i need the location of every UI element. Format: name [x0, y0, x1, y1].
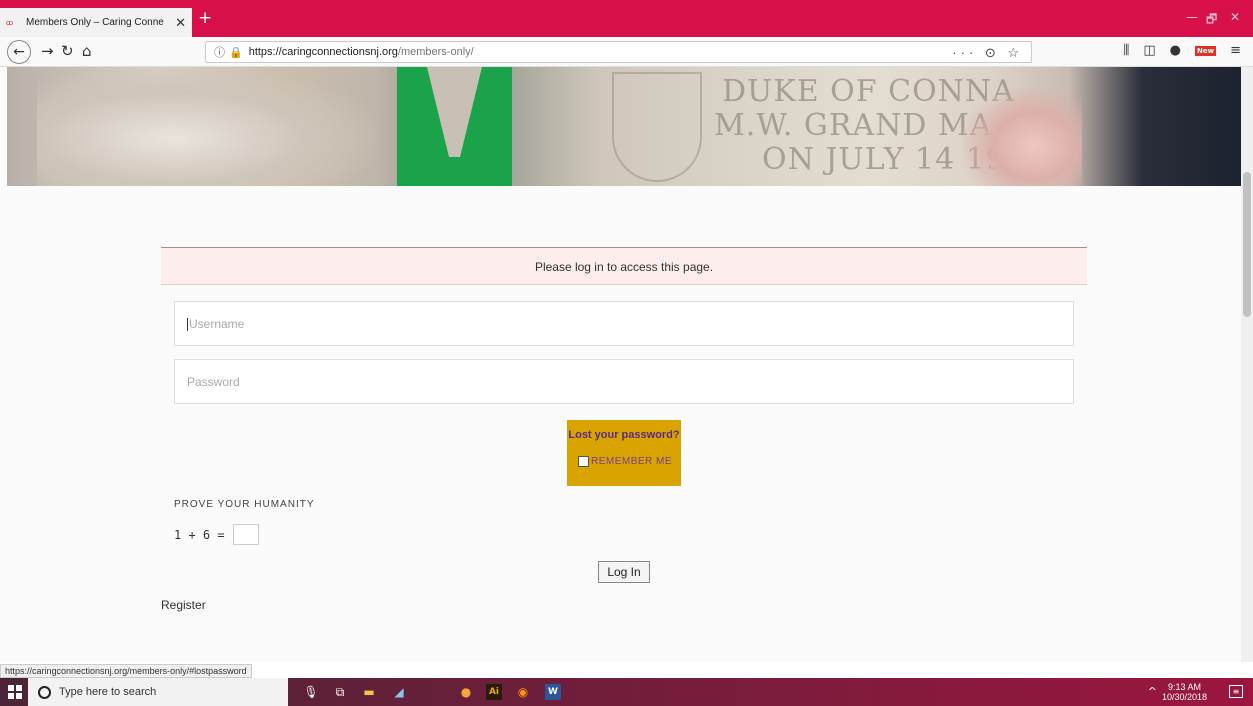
clock-date: 10/30/2018 [1161, 692, 1207, 702]
captcha-question: 1 + 6 = [174, 527, 225, 542]
remember-me-label: REMEMBER ME [591, 456, 673, 467]
captcha-answer-input[interactable] [232, 524, 259, 545]
log-in-button[interactable]: Log In [598, 561, 650, 583]
home-icon[interactable]: ⌂ [82, 42, 92, 60]
clock-time: 9:13 AM [1167, 682, 1201, 692]
close-window-button[interactable]: ✕ [1230, 10, 1240, 24]
browser-tab[interactable]: ꝏ Members Only – Caring Conne ✕ [0, 8, 192, 37]
file-explorer-icon[interactable]: ▬ [361, 684, 377, 700]
banner-crest [612, 72, 702, 182]
windows-taskbar: Type here to search 🎙 ⧉ ▬ ◢ ● Ai ◉ W ^ 9… [0, 678, 1253, 706]
tray-expand-icon[interactable]: ^ [1148, 685, 1157, 698]
info-icon[interactable]: ⓘ [214, 44, 225, 60]
menu-icon[interactable]: ≡ [1230, 43, 1241, 58]
word-icon[interactable]: W [545, 684, 561, 700]
page-actions-icons[interactable]: ··· ⊙ ☆ [952, 45, 1023, 61]
library-icon[interactable]: ⫼ [1123, 43, 1129, 58]
url-path: /members-only/ [397, 46, 474, 58]
username-placeholder: Username [189, 317, 245, 331]
task-view-icon[interactable]: ⧉ [332, 684, 348, 700]
lost-password-box: Lost your password? REMEMBER ME [567, 420, 681, 486]
cortana-icon[interactable] [38, 685, 51, 699]
banner-fur-coat [37, 67, 377, 186]
tab-title: Members Only – Caring Conne [26, 17, 164, 28]
scrollbar-thumb[interactable] [1243, 172, 1251, 317]
toolbar-icons: ⫼ ◫ ● New ≡ [1123, 43, 1241, 58]
password-field[interactable]: Password [174, 359, 1074, 404]
minimize-button[interactable]: — [1186, 10, 1198, 24]
back-arrow-icon[interactable]: ← [7, 40, 31, 64]
extension-icon[interactable]: ● [1170, 43, 1181, 58]
address-bar[interactable]: ⓘ 🔒 https://caringconnectionsnj.org/memb… [205, 41, 1032, 63]
browser-title-bar: ꝏ Members Only – Caring Conne ✕ + — 🗗 ✕ [0, 0, 1253, 37]
action-center-icon[interactable]: ≡ [1229, 685, 1243, 698]
banner-pink-sleeve [962, 87, 1082, 186]
windows-start-icon[interactable] [8, 685, 22, 699]
chrome-icon[interactable]: ● [458, 684, 474, 700]
app-icon[interactable]: ◢ [391, 684, 407, 700]
new-badge-icon[interactable]: New [1195, 45, 1217, 56]
taskbar-search-placeholder: Type here to search [59, 686, 157, 698]
text-cursor [187, 318, 188, 332]
page-scrollbar[interactable] [1241, 67, 1253, 662]
tab-close-icon[interactable]: ✕ [175, 15, 186, 31]
sidebar-icon[interactable]: ◫ [1143, 43, 1155, 58]
microphone-icon[interactable]: 🎙 [303, 684, 319, 700]
forward-arrow-icon[interactable]: → [41, 42, 54, 60]
new-tab-button[interactable]: + [198, 9, 212, 27]
prove-humanity-label: PROVE YOUR HUMANITY [174, 499, 315, 510]
taskbar-search-box[interactable]: Type here to search [28, 678, 288, 706]
register-link[interactable]: Register [161, 598, 206, 612]
status-hover-url: https://caringconnectionsnj.org/members-… [0, 664, 252, 678]
navigation-toolbar: ← → ↻ ⌂ ⓘ 🔒 https://caringconnectionsnj.… [0, 37, 1253, 67]
header-banner-image: DUKE OF CONNA M.W. GRAND MA ON JULY 14 1… [7, 67, 1241, 186]
page-content: DUKE OF CONNA M.W. GRAND MA ON JULY 14 1… [0, 67, 1241, 662]
captcha-row: 1 + 6 = [174, 524, 259, 545]
username-field[interactable]: Username [174, 301, 1074, 346]
site-favicon-icon: ꝏ [6, 19, 14, 27]
login-required-notice: Please log in to access this page. [161, 247, 1087, 285]
reload-icon[interactable]: ↻ [61, 42, 74, 60]
lock-icon[interactable]: 🔒 [229, 46, 243, 59]
illustrator-icon[interactable]: Ai [486, 684, 502, 700]
taskbar-clock[interactable]: 9:13 AM 10/30/2018 [1162, 682, 1207, 702]
firefox-icon[interactable]: ◉ [515, 684, 531, 700]
lost-password-link[interactable]: Lost your password? [567, 429, 681, 441]
password-placeholder: Password [187, 375, 240, 389]
maximize-button[interactable]: 🗗 [1206, 10, 1217, 31]
remember-me-option[interactable]: REMEMBER ME [578, 456, 672, 467]
url-host: https://caringconnectionsnj.org [248, 46, 398, 58]
remember-me-checkbox[interactable] [578, 456, 589, 467]
